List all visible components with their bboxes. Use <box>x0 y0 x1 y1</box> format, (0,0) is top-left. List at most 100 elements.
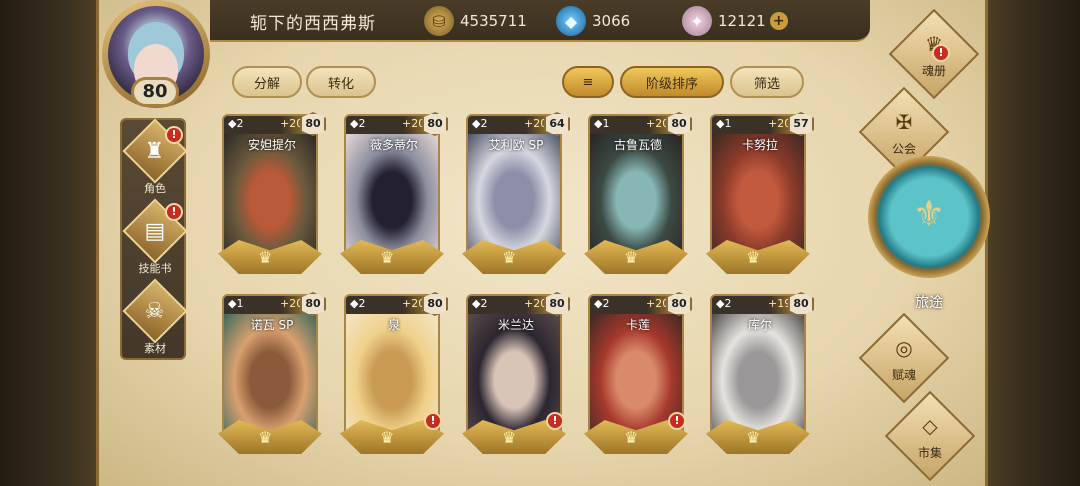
character-name: 薇多蒂尔 <box>369 138 418 152</box>
crown-icon: ♛ <box>380 248 395 267</box>
player-level: 80 <box>131 77 179 107</box>
card-stars: ◆1 <box>228 297 244 310</box>
card-bonus: +19 <box>768 297 792 310</box>
character-card[interactable]: ◆2 +19 库尔 80 ♛ <box>706 292 814 454</box>
crown-icon: ♛ <box>502 428 517 447</box>
card-frame: ◆2 +20 米兰达 <box>466 294 562 434</box>
gold-resource: ⛁ 4535711 <box>424 6 527 36</box>
character-card[interactable]: ◆1 +20 卡努拉 57 ♛ <box>706 112 814 274</box>
character-name: 古鲁瓦德 <box>613 138 662 152</box>
journey-button[interactable]: ⚜ 旅途 <box>868 156 990 311</box>
coin-icon: ⛁ <box>424 6 454 36</box>
card-bonus: +20 <box>768 117 792 130</box>
card-frame: ◆2 +20 安妲提尔 <box>222 114 318 254</box>
crown-icon: ♛ <box>258 428 273 447</box>
guild-icon: ✠ <box>895 110 913 134</box>
crystal-icon: ◆ <box>556 6 586 36</box>
card-frame: ◆1 +20 古鲁瓦德 <box>588 114 684 254</box>
crown-icon: ♛ <box>624 248 639 267</box>
card-alert-icon: ! <box>668 412 686 430</box>
card-stars: ◆2 <box>472 117 488 130</box>
card-bonus: +20 <box>402 297 426 310</box>
add-gem-button[interactable]: + <box>769 12 788 30</box>
card-stars: ◆2 <box>350 117 366 130</box>
card-frame: ◆2 +19 库尔 <box>710 294 806 434</box>
convert-button[interactable]: 转化 <box>306 66 376 98</box>
left-nav: ♜ 角色 ▤ 技能书 ☠ 素材 <box>120 118 188 360</box>
market-label: 市集 <box>917 446 942 460</box>
journey-label: 旅途 <box>915 295 943 311</box>
soulbook-label: 魂册 <box>921 64 946 78</box>
card-frame: ◆1 +20 卡努拉 <box>710 114 806 254</box>
spiral-icon: ◎ <box>895 336 913 360</box>
character-card[interactable]: ◆2 +20 米兰达 80 ♛! <box>462 292 570 454</box>
gem-icon: ✦ <box>682 6 712 36</box>
card-stars: ◆2 <box>594 297 610 310</box>
crown-icon: ♛ <box>502 248 517 267</box>
sort-toggle-icon[interactable]: ≡ <box>562 66 614 98</box>
character-card[interactable]: ◆1 +20 古鲁瓦德 80 ♛ <box>584 112 692 274</box>
character-name: 卡莲 <box>625 318 650 332</box>
crown-icon: ♛ <box>624 428 639 447</box>
card-frame: ◆2 +20 泉 <box>344 294 440 434</box>
gem-amount: 12121 <box>718 12 766 30</box>
card-frame: ◆2 +20 薇多蒂尔 <box>344 114 440 254</box>
guild-label: 公会 <box>891 142 916 156</box>
journey-emblem-icon: ⚜ <box>912 194 946 235</box>
character-name: 库尔 <box>747 318 772 332</box>
card-bonus: +20 <box>524 117 548 130</box>
decompose-button[interactable]: 分解 <box>232 66 302 98</box>
soulbook-alert-icon: ! <box>932 44 950 62</box>
card-bonus: +20 <box>402 117 426 130</box>
card-frame: ◆2 +20 艾利欧 SP <box>466 114 562 254</box>
card-bonus: +20 <box>524 297 548 310</box>
crown-icon: ♛ <box>746 248 761 267</box>
card-bonus: +20 <box>280 297 304 310</box>
character-card[interactable]: ◆2 +20 薇多蒂尔 80 ♛ <box>340 112 448 274</box>
character-name: 米兰达 <box>497 318 534 332</box>
character-name: 卡努拉 <box>741 138 778 152</box>
right-border-decoration <box>988 0 1080 486</box>
card-stars: ◆2 <box>350 297 366 310</box>
game-screen: 轭下的西西弗斯 ⛁ 4535711 ◆ 3066 ✦ 12121 + 80 ♜ … <box>0 0 1080 486</box>
character-card[interactable]: ◆1 +20 诺瓦 SP 80 ♛ <box>218 292 326 454</box>
crown-icon: ♛ <box>746 428 761 447</box>
card-frame: ◆2 +20 卡莲 <box>588 294 684 434</box>
card-stars: ◆2 <box>228 117 244 130</box>
filter-button[interactable]: 筛选 <box>730 66 804 98</box>
crystal-resource: ◆ 3066 <box>556 6 630 36</box>
character-name: 艾利欧 SP <box>488 138 544 152</box>
card-bonus: +20 <box>646 297 670 310</box>
card-alert-icon: ! <box>546 412 564 430</box>
gem-resource: ✦ 12121 + <box>682 6 788 36</box>
crystal-amount: 3066 <box>592 12 631 30</box>
left-border-decoration <box>0 0 96 486</box>
character-name: 泉 <box>387 318 400 332</box>
character-card[interactable]: ◆2 +20 艾利欧 SP 64 ♛ <box>462 112 570 274</box>
gem-market-icon: ◇ <box>922 414 938 438</box>
nav-materials[interactable]: ☠ 素材 <box>122 278 188 355</box>
card-frame: ◆1 +20 诺瓦 SP <box>222 294 318 434</box>
card-bonus: +20 <box>646 117 670 130</box>
character-card[interactable]: ◆2 +20 安妲提尔 80 ♛ <box>218 112 326 274</box>
gold-amount: 4535711 <box>460 12 527 30</box>
character-card[interactable]: ◆2 +20 卡莲 80 ♛! <box>584 292 692 454</box>
card-stars: ◆2 <box>472 297 488 310</box>
card-bonus: +20 <box>280 117 304 130</box>
crown-icon: ♛ <box>380 428 395 447</box>
character-name: 诺瓦 SP <box>250 318 294 332</box>
skull-icon: ☠ <box>122 278 188 344</box>
characters-alert-icon: ! <box>165 126 183 144</box>
talent-label: 赋魂 <box>891 368 916 382</box>
character-card[interactable]: ◆2 +20 泉 80 ♛! <box>340 292 448 454</box>
card-stars: ◆1 <box>716 117 732 130</box>
character-name: 安妲提尔 <box>247 138 296 152</box>
card-stars: ◆2 <box>716 297 732 310</box>
sort-by-rank-button[interactable]: 阶级排序 <box>620 66 724 98</box>
card-alert-icon: ! <box>424 412 442 430</box>
crown-icon: ♛ <box>258 248 273 267</box>
market-button[interactable]: ◇ 市集 <box>884 390 976 482</box>
talent-button[interactable]: ◎ 赋魂 <box>858 312 950 404</box>
skill-books-alert-icon: ! <box>165 203 183 221</box>
card-stars: ◆1 <box>594 117 610 130</box>
